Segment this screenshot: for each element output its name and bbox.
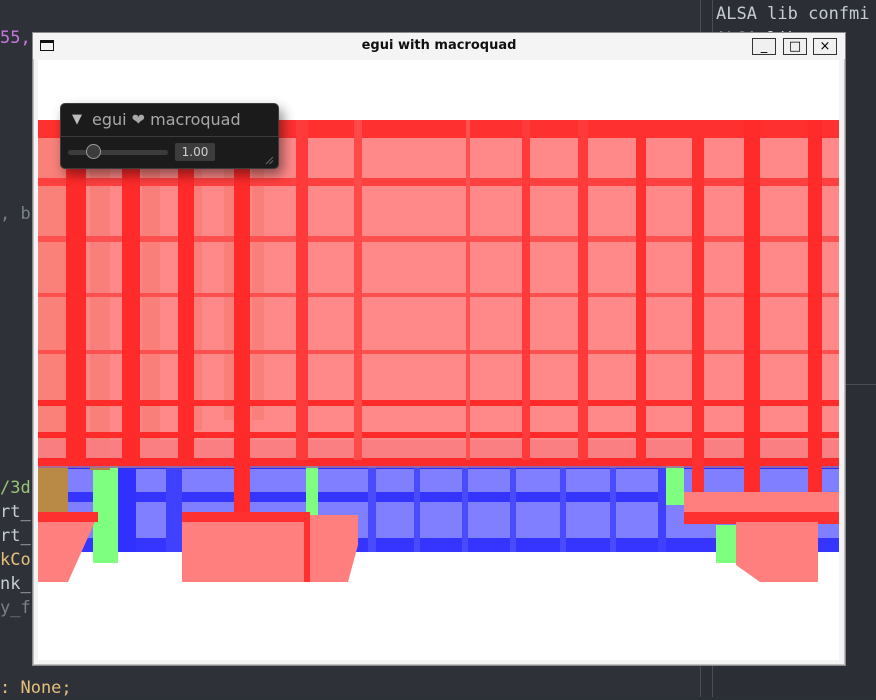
red-column: [522, 120, 530, 460]
red-column: [234, 120, 250, 580]
red-block: [182, 515, 310, 582]
code-line: : None;: [0, 678, 72, 698]
blue-beam: [510, 464, 516, 552]
code-line: rt_: [0, 502, 31, 522]
close-button[interactable]: ×: [813, 38, 837, 55]
red-column: [808, 120, 822, 520]
red-beam: [38, 400, 839, 406]
slider-value-field[interactable]: 1.00: [175, 143, 215, 161]
blue-beam: [658, 464, 666, 552]
code-line: nk_: [0, 574, 31, 594]
code-line: kCo: [0, 550, 31, 570]
game-canvas[interactable]: ▼ egui ❤ macroquad 1.00: [38, 60, 839, 660]
red-beam: [38, 432, 839, 438]
red-wall: [38, 120, 839, 465]
green-block: [666, 465, 684, 505]
blue-beam: [414, 464, 420, 552]
code-line: y_f: [0, 598, 31, 618]
resize-grip-icon[interactable]: [265, 156, 274, 165]
red-column: [744, 120, 760, 520]
red-beam: [38, 512, 98, 522]
titlebar[interactable]: egui with macroquad _ □ ×: [33, 33, 845, 59]
code-line: , b: [0, 204, 31, 224]
red-column: [578, 120, 588, 460]
red-column: [354, 120, 362, 460]
red-beam: [38, 236, 839, 242]
red-column: [178, 120, 194, 460]
blue-beam: [166, 464, 182, 552]
maximize-button[interactable]: □: [783, 38, 807, 55]
slider-track[interactable]: [68, 150, 168, 155]
code-line: /3d: [0, 478, 31, 498]
blue-beam: [368, 464, 376, 552]
red-column: [636, 120, 646, 460]
red-block: [736, 522, 818, 582]
egui-window-title: egui ❤ macroquad: [92, 110, 241, 129]
blue-beam: [560, 464, 566, 552]
red-beam: [304, 515, 310, 582]
egui-window-header[interactable]: ▼ egui ❤ macroquad: [61, 104, 278, 137]
blue-beam: [610, 464, 616, 552]
terminal-line: ALSA lib confmi: [716, 4, 870, 24]
red-beam: [182, 512, 310, 522]
red-column: [296, 120, 308, 460]
app-window: egui with macroquad _ □ × ▼ egui ❤ macro…: [32, 32, 846, 666]
red-column: [692, 120, 704, 520]
collapse-triangle-icon[interactable]: ▼: [72, 112, 82, 127]
minimize-button[interactable]: _: [752, 38, 776, 55]
red-column: [122, 120, 140, 460]
blue-beam: [462, 464, 468, 552]
red-beam: [38, 178, 839, 186]
egui-window[interactable]: ▼ egui ❤ macroquad 1.00: [60, 103, 279, 169]
slider-handle[interactable]: [85, 144, 101, 159]
red-beam: [38, 350, 839, 354]
red-column: [466, 120, 470, 460]
code-line: rt_: [0, 526, 31, 546]
window-title: egui with macroquad: [361, 38, 517, 53]
code-line: 55,: [0, 28, 31, 48]
red-column: [66, 120, 86, 460]
green-block: [716, 525, 736, 563]
red-beam: [38, 458, 839, 466]
blue-beam: [118, 464, 136, 552]
red-beam: [38, 293, 839, 297]
